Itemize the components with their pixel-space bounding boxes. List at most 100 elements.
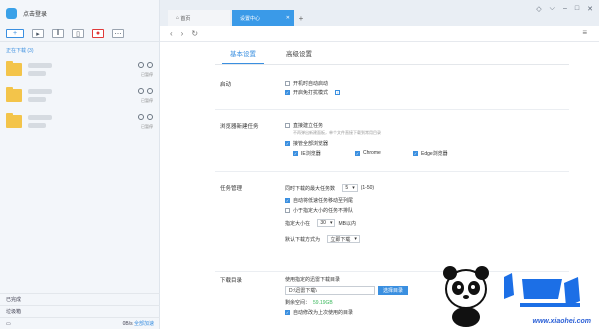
max-tasks-select[interactable]: 5 ▾ [342,184,358,192]
blurred-size [28,123,46,128]
tab-home[interactable]: ⌂ 首页 [168,10,230,26]
direct-task-checkbox[interactable] [285,123,290,128]
watermark-url: www.xiaohei.com [532,318,591,325]
chrome-option[interactable]: ✓ Chrome [355,150,381,156]
dnd-label: 开启免打扰模式 [293,90,329,96]
small-noqueue-option[interactable]: 小于指定大小的任务不排队 [285,207,353,214]
dnd-option[interactable]: ✓ 开启免打扰模式 ! [285,89,341,96]
speed-bar: ▭ 0B/s 全部加速 [0,317,160,329]
trash-link[interactable]: 垃圾箱 [0,305,160,317]
small-noqueue-label: 小于指定大小的任务不排队 [293,208,354,214]
edge-label: Edge浏览器 [421,151,448,157]
size-label: 指定大小在 [285,220,311,227]
lowspeed-checkbox[interactable]: ✓ [285,198,290,203]
refresh-icon[interactable]: ↻ [191,29,198,38]
item-status: 已暂停 [141,72,153,77]
size-select[interactable]: 30 ▾ [317,219,336,227]
login-text[interactable]: 点击登录 [23,9,47,18]
resume-icon[interactable] [138,114,144,120]
size-unit: MB以内 [338,220,356,227]
delete-button[interactable]: ▯ [72,29,84,38]
ie-checkbox[interactable]: ✓ [293,151,298,156]
nav-bar: ‹ › ↻ ≡ [160,26,599,42]
tab-advanced-settings[interactable]: 高级设置 [286,48,312,64]
size-row: 指定大小在 30 ▾ MB以内 [285,219,356,227]
direct-task-label: 直接建立任务 [293,123,324,129]
minimize-icon[interactable]: – [563,5,567,13]
forward-icon[interactable]: › [181,29,184,38]
max-tasks-range: (1-50) [360,185,375,191]
tab-settings[interactable]: 设置中心 ✕ [232,10,294,26]
lowspeed-label: 自动将低速任务移动至列尾 [293,198,354,204]
download-toolbar: + ▸ ‖ ▯ ● ⋯ [0,26,159,42]
dnd-checkbox[interactable]: ✓ [285,90,290,95]
mode-row: 默认下载方式为 立即下载 ▾ [285,235,360,243]
ie-option[interactable]: ✓ IE浏览器 [293,150,321,157]
menu-icon[interactable]: ≡ [582,28,587,37]
free-space-value: 59.19GB [313,299,333,306]
chevron-down-icon: ▾ [352,185,355,191]
settings-icon[interactable]: ⌵ [550,5,555,13]
download-speed: 0B/s [122,321,133,327]
new-task-button[interactable]: + [6,29,24,38]
max-tasks-label: 同时下载的最大任务数 [285,185,336,192]
last-dir-label: 自动修改为上次使用的目录 [293,310,354,316]
open-folder-icon[interactable] [147,114,153,120]
size-value: 30 [320,220,326,226]
download-item[interactable]: 已暂停 [0,85,159,111]
completed-link[interactable]: 已完成 [0,293,160,305]
blurred-filename [28,89,52,94]
info-icon[interactable]: ! [335,90,341,95]
download-item[interactable]: 已暂停 [0,111,159,137]
last-dir-checkbox[interactable]: ✓ [285,310,290,315]
download-dir-title: 下载目录 [220,278,243,284]
trash-label: 垃圾箱 [6,309,22,315]
browser-title: 浏览器新建任务 [220,124,259,130]
new-tab-button[interactable]: + [296,10,306,26]
close-tab-icon[interactable]: ✕ [286,15,290,21]
free-space-label: 剩余空间： [285,300,311,306]
maximize-icon[interactable]: □ [575,5,579,13]
direct-task-option[interactable]: 直接建立任务 [285,122,323,129]
choose-dir-button[interactable]: 选择目录 [378,286,409,295]
small-noqueue-checkbox[interactable] [285,208,290,213]
record-button[interactable]: ● [92,29,104,38]
edge-checkbox[interactable]: ✓ [413,151,418,156]
download-item[interactable]: 已暂停 [0,59,159,85]
takeover-label: 接管全部浏览器 [293,141,329,147]
tab-basic-settings[interactable]: 基本设置 [222,48,264,64]
pause-button[interactable]: ‖ [52,29,64,38]
shield-icon[interactable]: ◇ [536,5,541,13]
chrome-checkbox[interactable]: ✓ [355,150,360,156]
blurred-size [28,71,46,76]
autostart-option[interactable]: 开机时自动启动 [285,80,328,87]
login-area[interactable]: 点击登录 [0,0,159,26]
more-button[interactable]: ⋯ [112,29,124,38]
takeover-checkbox[interactable]: ✓ [285,141,290,146]
close-icon[interactable]: ✕ [587,5,593,13]
download-path-input[interactable]: D:\迅雷下载\ [285,286,375,295]
lowspeed-option[interactable]: ✓ 自动将低速任务移动至列尾 [285,197,353,204]
start-button[interactable]: ▸ [32,29,44,38]
resume-icon[interactable] [138,62,144,68]
item-status: 已暂停 [141,124,153,129]
chrome-label: Chrome [363,150,381,156]
takeover-option[interactable]: ✓ 接管全部浏览器 [285,140,328,147]
boost-all-link[interactable]: 全部加速 [134,321,154,327]
folder-icon [6,87,22,102]
tab-bar: ⌂ 首页 设置中心 ✕ + ◇ ⌵ – □ ✕ [160,0,599,26]
mode-select[interactable]: 立即下载 ▾ [327,235,360,243]
autostart-checkbox[interactable] [285,81,290,86]
open-folder-icon[interactable] [147,62,153,68]
blurred-filename [28,115,52,120]
open-folder-icon[interactable] [147,88,153,94]
direct-task-hint: 不再弹出新建面板，单个文件直接下载到常用目录 [293,130,381,135]
edge-option[interactable]: ✓ Edge浏览器 [413,150,448,157]
resume-icon[interactable] [138,88,144,94]
monitor-icon: ▭ [6,320,11,327]
last-dir-option[interactable]: ✓ 自动修改为上次使用的目录 [285,309,353,316]
folder-icon [6,61,22,76]
download-sidebar: 点击登录 + ▸ ‖ ▯ ● ⋯ 正在下载 (3) 已暂停 已暂停 已暂停 已完… [0,0,160,329]
downloading-section-label[interactable]: 正在下载 (3) [0,42,159,59]
back-icon[interactable]: ‹ [170,29,173,38]
